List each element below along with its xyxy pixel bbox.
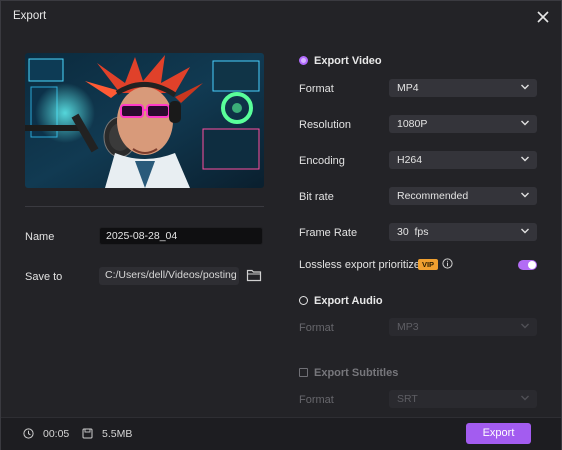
encoding-value: H264 bbox=[397, 154, 423, 166]
info-icon[interactable] bbox=[442, 258, 453, 269]
frame-rate-label: Frame Rate bbox=[299, 227, 358, 239]
chevron-down-icon bbox=[521, 120, 529, 126]
frame-rate-select[interactable]: 30 fps bbox=[389, 223, 537, 241]
export-dialog: Export Name 2025-08-28_04 Save to C:/Use… bbox=[0, 0, 562, 450]
format-value: MP4 bbox=[397, 82, 419, 94]
subtitle-format-label: Format bbox=[299, 394, 334, 406]
frame-rate-value: 30 fps bbox=[397, 226, 429, 238]
divider bbox=[25, 206, 264, 207]
encoding-select[interactable]: H264 bbox=[389, 151, 537, 169]
toggle-knob bbox=[528, 261, 536, 269]
export-subtitles-label: Export Subtitles bbox=[314, 367, 399, 379]
file-size-text: 5.5MB bbox=[102, 428, 133, 440]
bit-rate-select[interactable]: Recommended bbox=[389, 187, 537, 205]
audio-format-select: MP3 bbox=[389, 318, 537, 336]
format-label: Format bbox=[299, 83, 334, 95]
chevron-down-icon bbox=[521, 156, 529, 162]
dialog-title: Export bbox=[13, 10, 47, 22]
lossless-toggle[interactable] bbox=[518, 260, 537, 270]
bit-rate-label: Bit rate bbox=[299, 191, 334, 203]
audio-format-value: MP3 bbox=[397, 321, 419, 333]
name-label: Name bbox=[25, 231, 55, 243]
audio-format-label: Format bbox=[299, 322, 334, 334]
encoding-label: Encoding bbox=[299, 155, 345, 167]
chevron-down-icon bbox=[521, 323, 529, 329]
resolution-label: Resolution bbox=[299, 119, 351, 131]
format-select[interactable]: MP4 bbox=[389, 79, 537, 97]
chevron-down-icon bbox=[521, 228, 529, 234]
video-preview-thumbnail bbox=[25, 53, 264, 188]
name-input[interactable] bbox=[99, 227, 263, 245]
export-video-radio[interactable] bbox=[299, 56, 308, 65]
resolution-select[interactable]: 1080P bbox=[389, 115, 537, 133]
chevron-down-icon bbox=[521, 84, 529, 90]
close-icon[interactable] bbox=[533, 7, 553, 27]
export-audio-radio[interactable] bbox=[299, 296, 308, 305]
subtitle-format-value: SRT bbox=[397, 393, 418, 405]
title-bar: Export bbox=[1, 1, 561, 33]
chevron-down-icon bbox=[521, 395, 529, 401]
folder-icon[interactable] bbox=[246, 268, 262, 282]
export-audio-label: Export Audio bbox=[314, 295, 383, 307]
save-path-field[interactable]: C:/Users/dell/Videos/posting bbox=[99, 267, 239, 285]
export-video-label: Export Video bbox=[314, 55, 382, 67]
save-to-label: Save to bbox=[25, 271, 63, 283]
lossless-export-label: Lossless export prioritized bbox=[299, 259, 427, 271]
chevron-down-icon bbox=[521, 192, 529, 198]
export-button[interactable]: Export bbox=[466, 423, 531, 444]
vip-badge: VIP bbox=[418, 259, 438, 270]
bit-rate-value: Recommended bbox=[397, 190, 469, 202]
file-size-icon bbox=[82, 428, 93, 439]
subtitle-format-select: SRT bbox=[389, 390, 537, 408]
resolution-value: 1080P bbox=[397, 118, 428, 130]
export-subtitles-checkbox[interactable] bbox=[299, 368, 308, 377]
clock-icon bbox=[23, 428, 34, 439]
duration-text: 00:05 bbox=[43, 428, 70, 440]
